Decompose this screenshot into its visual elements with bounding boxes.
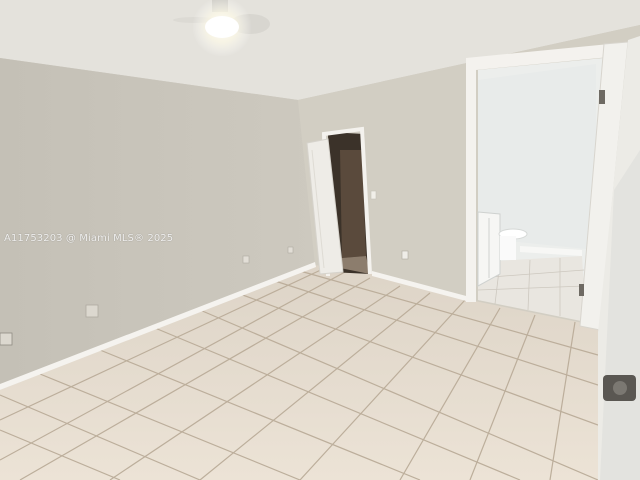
outlet-near-closet xyxy=(287,246,294,254)
light-switch xyxy=(370,190,377,200)
room-photo: A11753203 @ Miami MLS® 2025 xyxy=(0,0,640,480)
outlet-mid-wall xyxy=(242,255,250,264)
outlet-back-wall xyxy=(401,250,409,260)
bathroom-door-hinge xyxy=(599,90,605,104)
outlet-left-wall xyxy=(85,304,99,318)
outlet-corner xyxy=(0,332,13,346)
mls-watermark: A11753203 @ Miami MLS® 2025 xyxy=(4,233,174,244)
light-fixture-icon xyxy=(205,16,239,38)
